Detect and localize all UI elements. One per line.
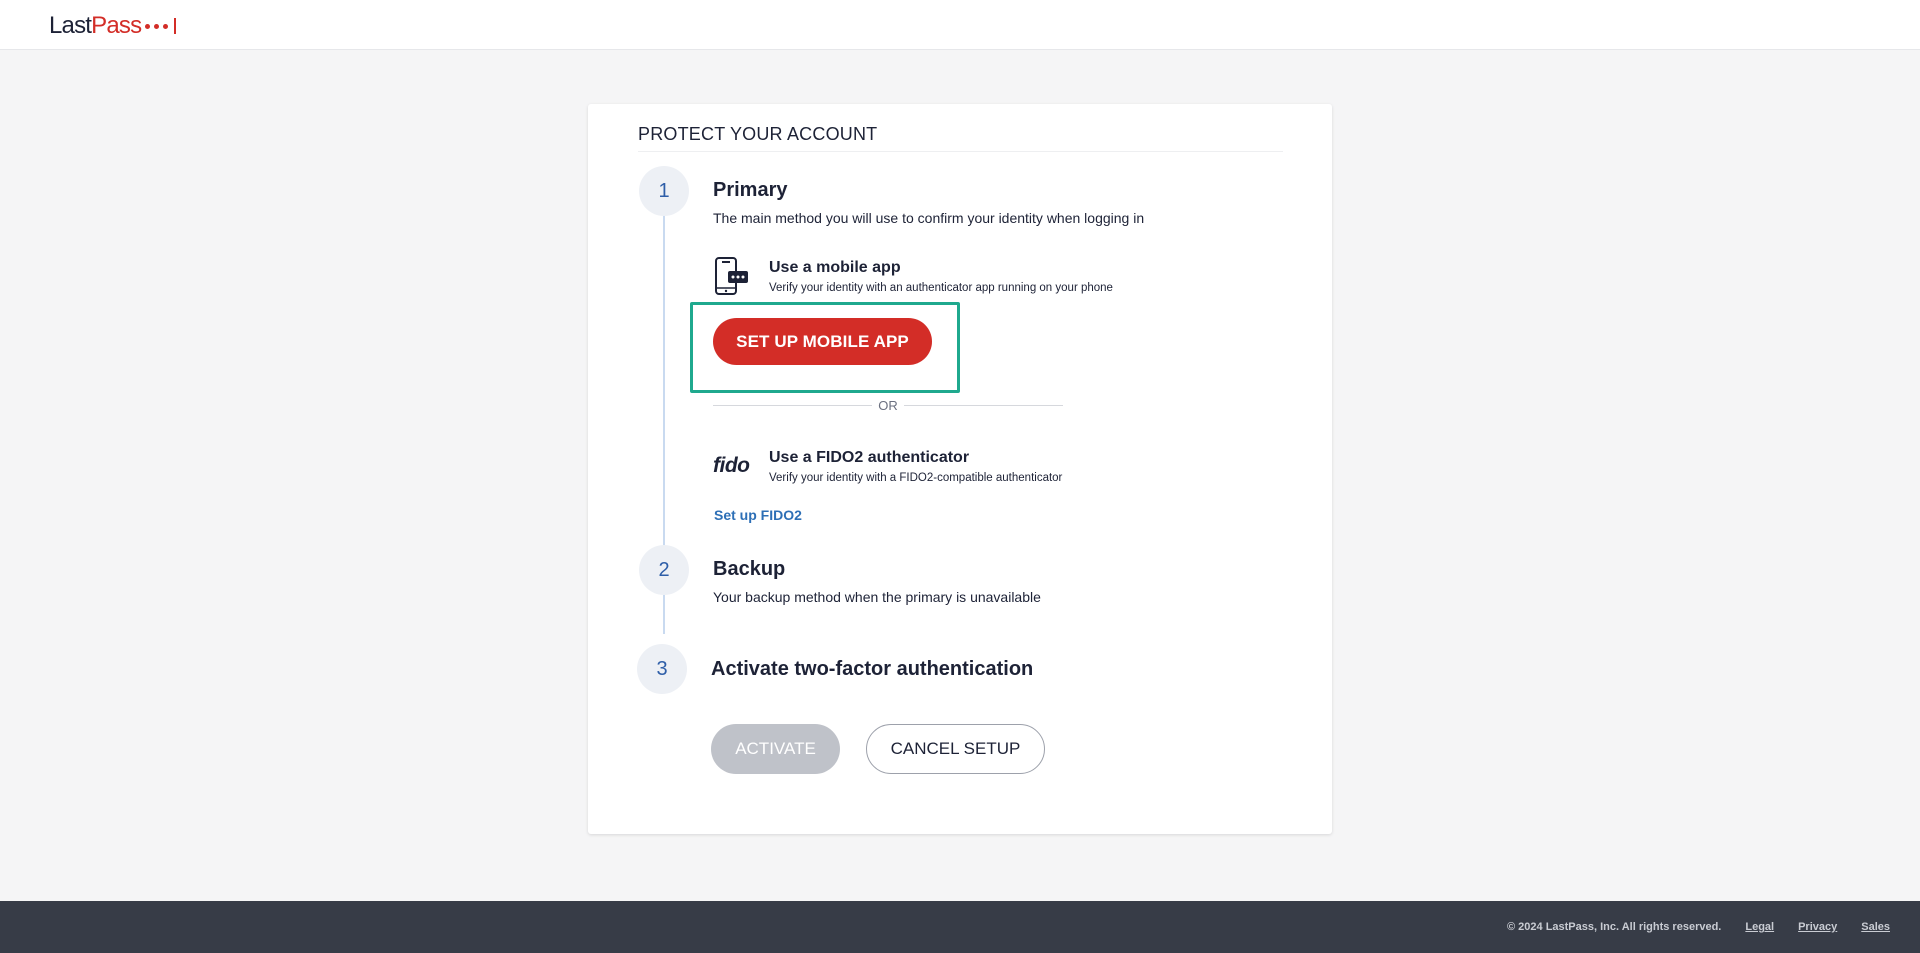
step-2-description: Your backup method when the primary is u… <box>713 589 1041 605</box>
copyright-text: © 2024 LastPass, Inc. All rights reserve… <box>1507 921 1722 933</box>
cancel-setup-button[interactable]: CANCEL SETUP <box>866 724 1045 774</box>
protect-account-card: PROTECT YOUR ACCOUNT 1 Primary The main … <box>588 104 1332 834</box>
mobile-phone-icon <box>714 256 750 296</box>
mobile-method-description: Verify your identity with an authenticat… <box>769 282 1113 294</box>
fido-method-description: Verify your identity with a FIDO2-compat… <box>769 472 1063 484</box>
or-label: OR <box>878 397 898 413</box>
step-2-badge: 2 <box>639 545 689 595</box>
footer-link-sales[interactable]: Sales <box>1861 921 1890 933</box>
step-3-heading: Activate two-factor authentication <box>711 658 1034 680</box>
step-2-heading: Backup <box>713 558 786 580</box>
separator-line <box>713 404 873 406</box>
logo-dots-icon <box>145 18 177 34</box>
mobile-method-title: Use a mobile app <box>769 259 901 276</box>
or-separator: OR <box>713 397 1063 413</box>
lastpass-logo[interactable]: LastPass <box>49 12 177 39</box>
top-bar: LastPass <box>0 0 1920 50</box>
logo-wordmark: LastPass <box>49 12 142 39</box>
footer-link-privacy[interactable]: Privacy <box>1798 921 1837 933</box>
set-up-mobile-app-button[interactable]: SET UP MOBILE APP <box>713 318 932 365</box>
step-1-heading: Primary <box>713 179 788 201</box>
step-1-badge: 1 <box>639 166 689 216</box>
footer-content: © 2024 LastPass, Inc. All rights reserve… <box>1507 921 1890 933</box>
footer-link-legal[interactable]: Legal <box>1745 921 1774 933</box>
step-3-badge: 3 <box>637 644 687 694</box>
fido-logo-icon: fido <box>713 454 750 477</box>
step-1-description: The main method you will use to confirm … <box>713 210 1145 226</box>
footer: © 2024 LastPass, Inc. All rights reserve… <box>0 901 1920 953</box>
set-up-fido2-link[interactable]: Set up FIDO2 <box>714 507 802 523</box>
page-title: PROTECT YOUR ACCOUNT <box>638 124 1283 152</box>
activate-button[interactable]: ACTIVATE <box>711 724 840 774</box>
separator-line <box>903 404 1063 406</box>
fido-method-title: Use a FIDO2 authenticator <box>769 449 970 466</box>
